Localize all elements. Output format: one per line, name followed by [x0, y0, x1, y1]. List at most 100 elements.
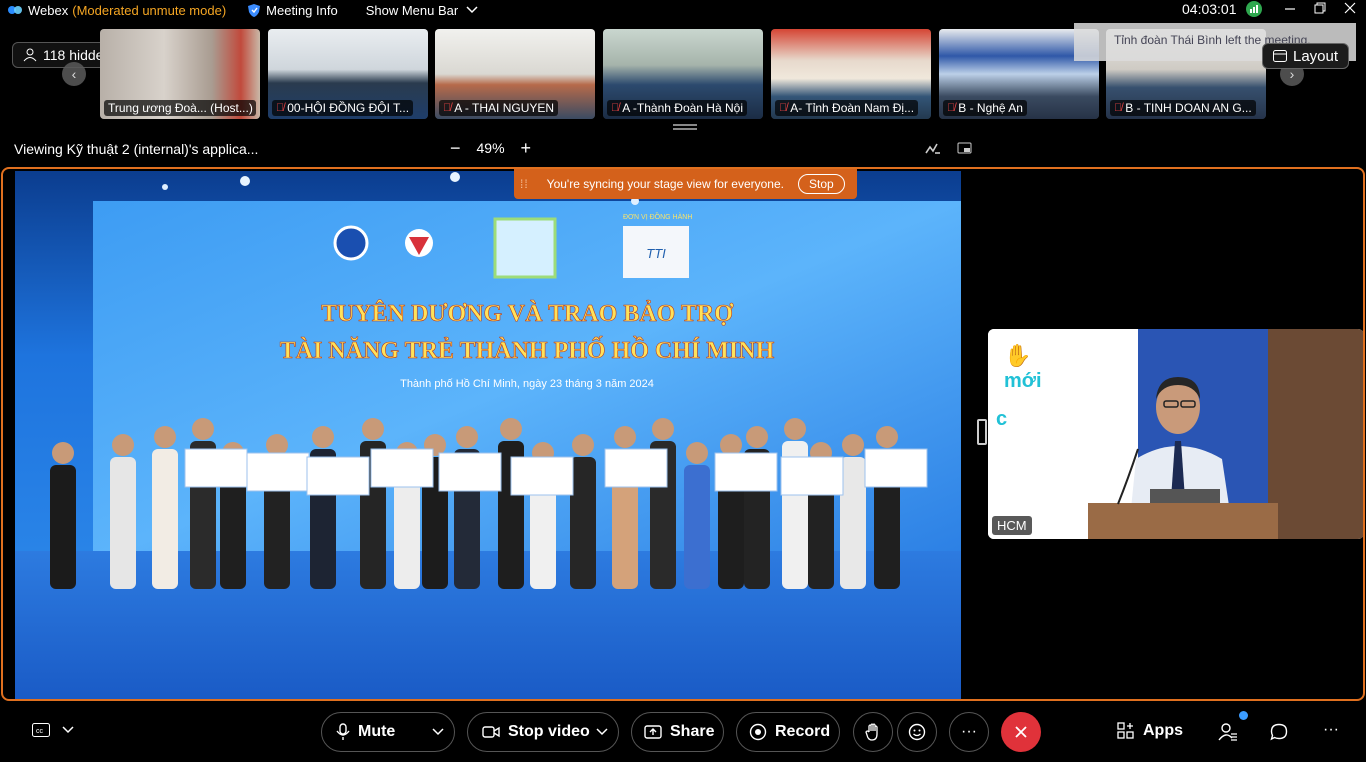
participant-name: Trung ương Đoà... (Host...) [108, 101, 253, 115]
zoom-out-button[interactable]: − [450, 139, 461, 157]
active-speaker-video[interactable]: mới c ✋ HCM [988, 329, 1363, 539]
zoom-in-button[interactable]: + [521, 139, 532, 157]
close-icon [1015, 726, 1027, 738]
stage-person [110, 457, 136, 589]
layout-label: Layout [1293, 47, 1339, 65]
svg-text:cc: cc [36, 728, 44, 735]
resize-handle[interactable] [673, 124, 697, 130]
stage-person-head [784, 418, 806, 440]
participants-icon[interactable] [1218, 722, 1238, 742]
more-options-button[interactable]: ··· [949, 712, 989, 752]
sponsor-logo: TTI [646, 246, 666, 261]
apps-label: Apps [1143, 722, 1183, 739]
chat-icon[interactable] [1270, 723, 1288, 741]
ellipsis-icon: ··· [961, 723, 977, 740]
stage-person-head [362, 418, 384, 440]
participant-tile[interactable]: 🎙̸ 00-HỘI ĐỒNG ĐỘI T... [268, 29, 428, 119]
event-title-line1: TUYÊN DƯƠNG VÀ TRAO BẢO TRỢ [321, 300, 734, 327]
title-bar: Webex (Moderated unmute mode) Meeting In… [0, 0, 1366, 20]
certificate-board [864, 448, 928, 488]
more-ellipsis-icon[interactable]: ··· [1323, 721, 1339, 739]
record-label: Record [775, 723, 831, 740]
drag-grip-icon[interactable]: ⁞⁞ [520, 177, 529, 191]
mic-muted-icon: 🎙̸ [947, 102, 956, 114]
sync-message: You're syncing your stage view for every… [546, 177, 784, 191]
minimize-icon[interactable] [1284, 1, 1296, 15]
participants-notification-badge [1239, 711, 1248, 720]
mic-muted-icon: 🎙̸ [276, 102, 285, 114]
participant-tile[interactable]: 🎙̸ A -Thành Đoàn Hà Nội [603, 29, 763, 119]
show-menu-bar-label: Show Menu Bar [365, 2, 459, 18]
participant-name: A - THAI NGUYEN [454, 101, 555, 115]
restore-icon[interactable] [1314, 1, 1326, 15]
mic-muted-icon: 🎙̸ [779, 102, 788, 114]
pop-out-icon[interactable] [957, 141, 973, 157]
layout-button[interactable]: Layout [1262, 43, 1350, 69]
apps-icon [1117, 722, 1134, 739]
share-screen-icon [644, 725, 662, 739]
shared-content: TTI ĐƠN VỊ ĐỒNG HÀNH TUYÊN DƯƠNG VÀ TRAO… [15, 171, 961, 699]
participant-name: 00-HỘI ĐỒNG ĐỘI T... [287, 101, 410, 115]
stage-person-head [614, 426, 636, 448]
meeting-info-label: Meeting Info [266, 2, 338, 18]
closed-captions-button[interactable]: cc [32, 723, 74, 737]
stage-person-head [686, 442, 708, 464]
stage-person-head [876, 426, 898, 448]
network-health-icon[interactable] [1246, 1, 1262, 17]
mic-muted-icon: 🎙̸ [1114, 102, 1123, 114]
record-button[interactable]: Record [736, 712, 840, 752]
stage-person [152, 449, 178, 589]
certificate-board [306, 456, 370, 496]
viewing-label: Viewing Kỹ thuật 2 (internal)'s applica.… [14, 141, 259, 157]
show-menu-bar-button[interactable]: Show Menu Bar [366, 3, 479, 18]
certificate-board [780, 456, 844, 496]
end-meeting-button[interactable] [1001, 712, 1041, 752]
stage-person-head [456, 426, 478, 448]
mic-muted-icon: 🎙̸ [443, 102, 452, 114]
apps-button[interactable]: Apps [1117, 722, 1183, 740]
shared-content-scene: TTI ĐƠN VỊ ĐỒNG HÀNH TUYÊN DƯƠNG VÀ TRAO… [15, 171, 961, 699]
certificate-board [184, 448, 248, 488]
stage-person-head [192, 418, 214, 440]
stage-person-head [746, 426, 768, 448]
participant-name: A -Thành Đoàn Hà Nội [622, 101, 743, 115]
zoom-controls: − 49% + [450, 139, 532, 157]
webex-logo-icon [8, 6, 22, 14]
participant-name: B - TINH DOAN AN G... [1125, 101, 1252, 115]
share-button[interactable]: Share [631, 712, 724, 752]
certificate-board [510, 456, 574, 496]
certificate-board [604, 448, 668, 488]
zoom-level[interactable]: 49% [477, 140, 505, 156]
annotate-icon[interactable] [925, 141, 941, 157]
participant-tile[interactable]: 🎙̸ A - THAI NGUYEN [435, 29, 595, 119]
stage-person-head [312, 426, 334, 448]
stage-person [570, 457, 596, 589]
raise-hand-button[interactable] [853, 712, 893, 752]
reactions-button[interactable] [897, 712, 937, 752]
meeting-toolbar: cc Mute Stop video Share Record ··· Apps… [0, 703, 1366, 762]
participant-tile[interactable]: Trung ương Đoà... (Host...) [100, 29, 260, 119]
stage-person-head [842, 434, 864, 456]
stage-person-head [500, 418, 522, 440]
mute-button[interactable]: Mute [321, 712, 455, 752]
event-title-line2: TÀI NĂNG TRẺ THÀNH PHỐ HỒ CHÍ MINH [280, 337, 775, 364]
participant-tile[interactable]: 🎙̸ A- Tỉnh Đoàn Nam Đị... [771, 29, 931, 119]
chevron-down-icon[interactable] [432, 728, 444, 736]
scroll-left-button[interactable]: ‹ [62, 62, 86, 86]
certificate-board [370, 448, 434, 488]
stop-video-button[interactable]: Stop video [467, 712, 619, 752]
certificate-board [246, 452, 310, 492]
record-icon [749, 723, 767, 741]
certificate-board [438, 452, 502, 492]
stop-video-label: Stop video [508, 723, 590, 740]
raise-hand-icon: ✋ [1004, 343, 1031, 368]
stage-split-handle[interactable] [977, 419, 987, 445]
stage-person-head [112, 434, 134, 456]
close-window-icon[interactable] [1344, 1, 1356, 15]
stop-sync-button[interactable]: Stop [797, 174, 845, 194]
chevron-down-icon[interactable] [596, 728, 608, 736]
meeting-info-button[interactable]: Meeting Info [248, 3, 338, 18]
chevron-down-icon [466, 6, 478, 14]
stage-view: TTI ĐƠN VỊ ĐỒNG HÀNH TUYÊN DƯƠNG VÀ TRAO… [1, 167, 1365, 701]
smiley-icon [908, 723, 926, 741]
